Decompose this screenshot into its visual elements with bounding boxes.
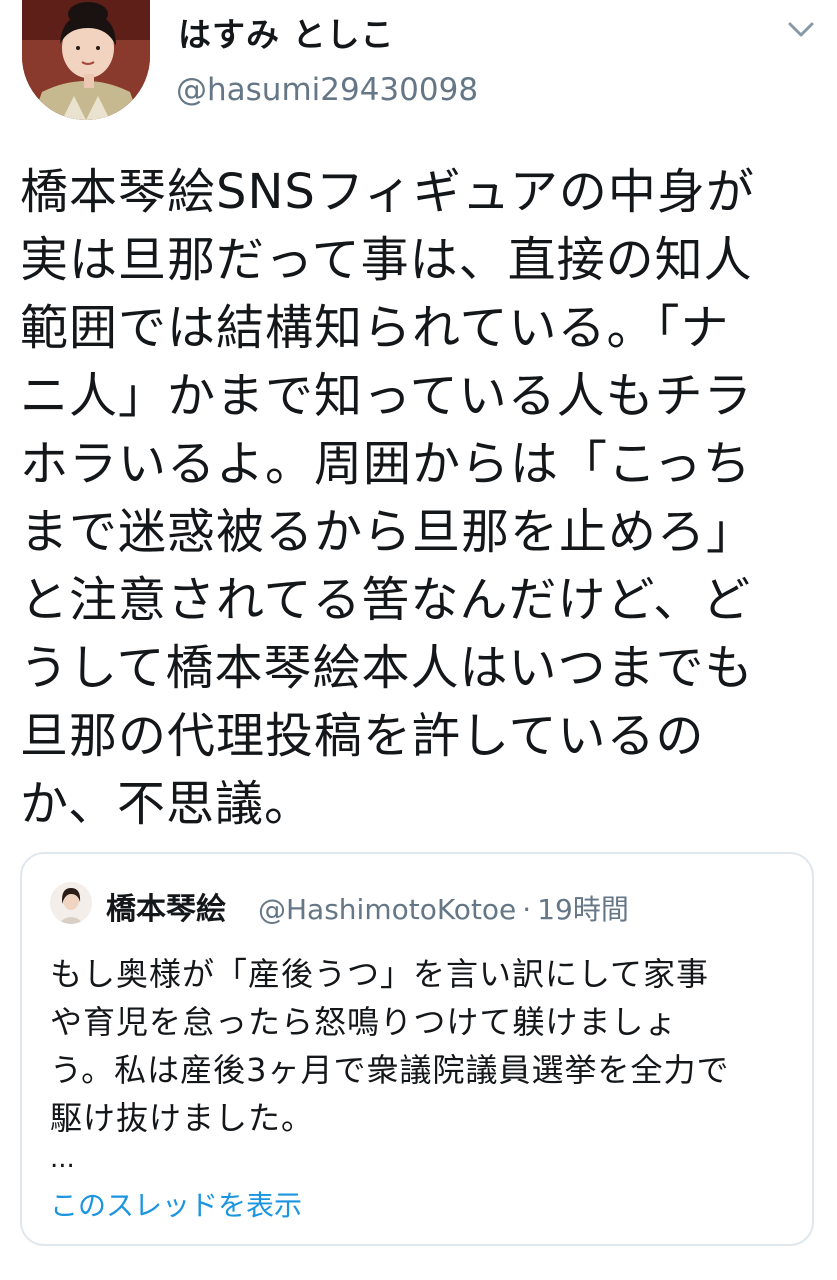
quoted-tweet-card[interactable]: 橋本琴絵 @HashimotoKotoe · 19時間 もし奥様が「産後うつ」を言い… xyxy=(20,852,814,1246)
meta-separator: · xyxy=(522,893,532,926)
show-thread-link[interactable]: このスレッドを表示 xyxy=(50,1184,302,1224)
quoted-author-handle[interactable]: @HashimotoKotoe xyxy=(258,893,516,926)
author-display-name[interactable]: はすみ としこ xyxy=(178,8,395,56)
author-handle[interactable]: @hasumi29430098 xyxy=(176,72,478,108)
quoted-tweet-ellipsis: ... xyxy=(50,1144,75,1174)
quoted-author-display-name[interactable]: 橋本琴絵 xyxy=(106,884,226,928)
quoted-tweet-time[interactable]: 19時間 xyxy=(537,893,629,926)
quoted-tweet-meta: @HashimotoKotoe · 19時間 xyxy=(258,888,635,928)
avatar-portrait-icon xyxy=(50,882,92,924)
quoted-author-avatar[interactable] xyxy=(50,882,92,924)
avatar-portrait-icon xyxy=(22,0,150,120)
author-avatar[interactable] xyxy=(22,0,150,120)
quoted-tweet-text: もし奥様が「産後うつ」を言い訳にして家事 や育児を怠ったら怒鳴りつけて躾けましょ… xyxy=(50,955,730,1137)
chevron-down-icon[interactable] xyxy=(784,14,818,44)
tweet: はすみ としこ @hasumi29430098 橋本琴絵SNSフィギュアの中身が… xyxy=(0,0,837,1280)
tweet-text: 橋本琴絵SNSフィギュアの中身が 実は旦那だって事は、直接の知人 範囲では結構知… xyxy=(20,164,756,832)
